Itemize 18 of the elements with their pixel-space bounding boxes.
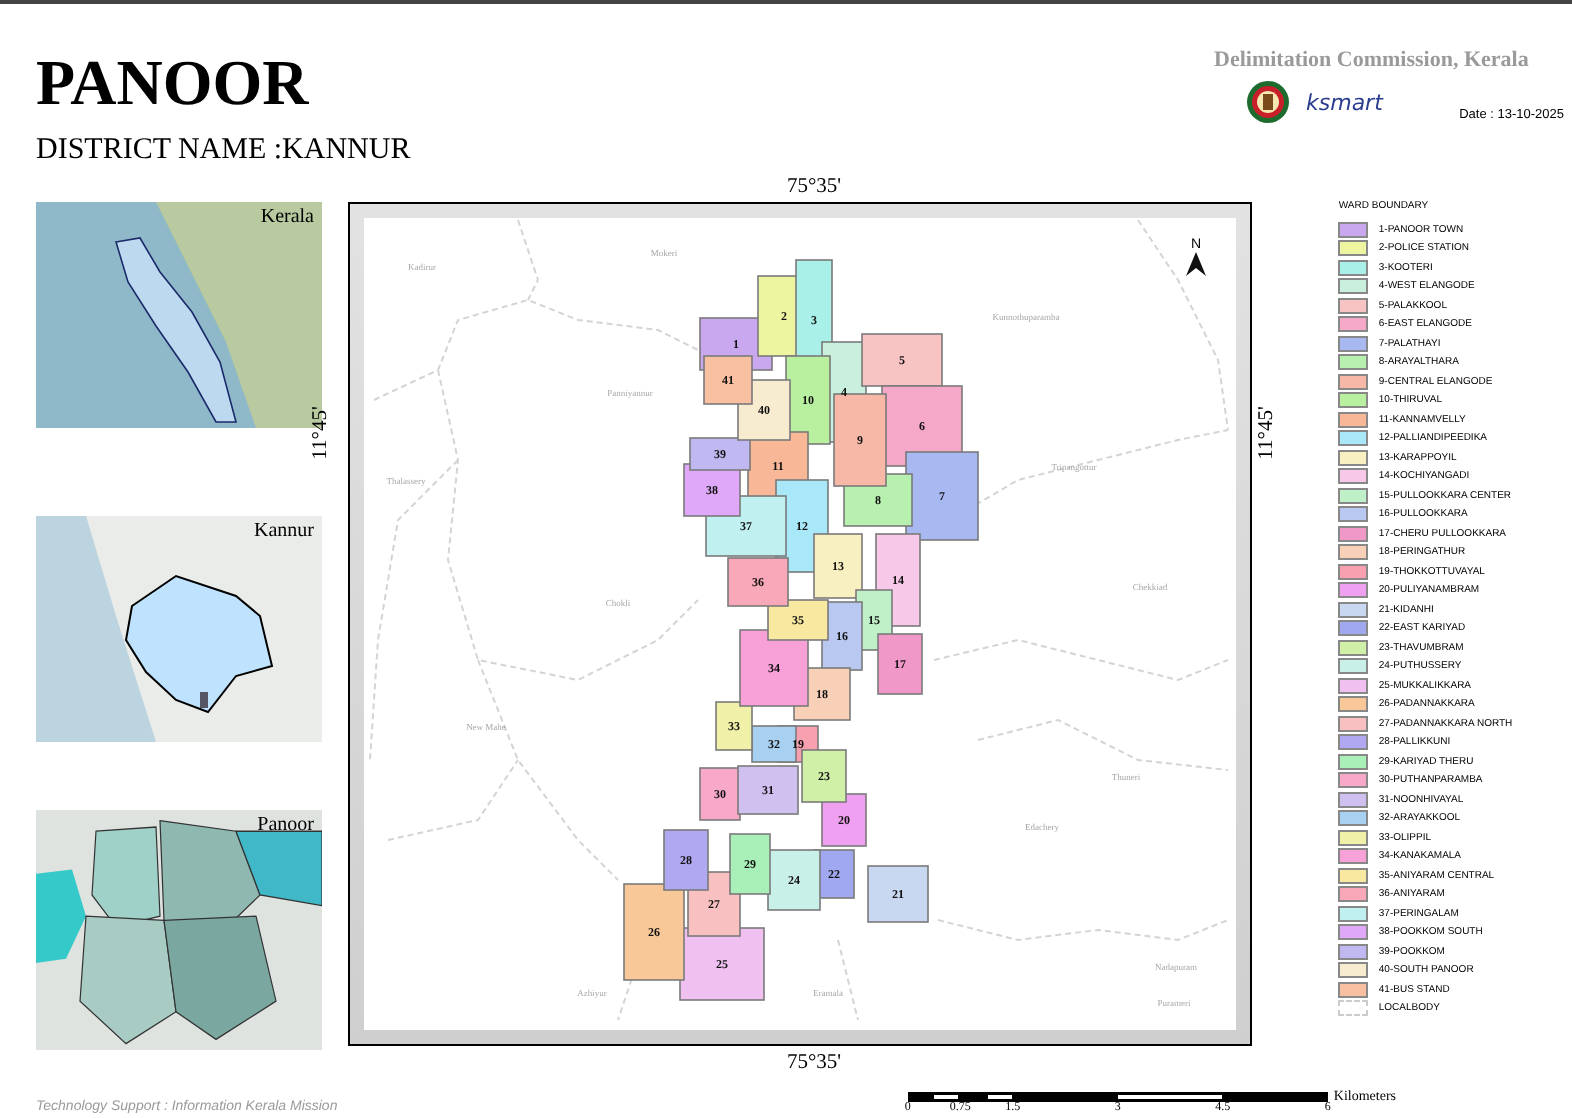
latitude-label: 11°45' bbox=[309, 406, 332, 460]
inset-map-label: Kannur bbox=[254, 520, 314, 542]
inset-map-label: Kerala bbox=[260, 206, 314, 228]
district-name: DISTRICT NAME :KANNUR bbox=[36, 132, 411, 168]
map-title: PANOOR bbox=[36, 48, 311, 116]
longitude-label: 75°35' bbox=[784, 174, 844, 202]
latitude-label: 11°45' bbox=[1255, 406, 1278, 460]
ward-area bbox=[767, 849, 821, 911]
ward-area bbox=[867, 865, 929, 923]
ward-area bbox=[877, 633, 923, 695]
inset-map-label: Panoor bbox=[257, 814, 314, 836]
ksmart-logo: ksmart bbox=[1306, 89, 1383, 115]
ward-area bbox=[729, 833, 771, 895]
organisation-name: Delimitation Commission, Kerala bbox=[1214, 48, 1531, 72]
longitude-label: 75°35' bbox=[784, 1050, 844, 1078]
emblem-icon bbox=[1246, 80, 1290, 124]
legend-swatch bbox=[1338, 1000, 1369, 1017]
north-arrow-icon bbox=[1186, 252, 1206, 276]
